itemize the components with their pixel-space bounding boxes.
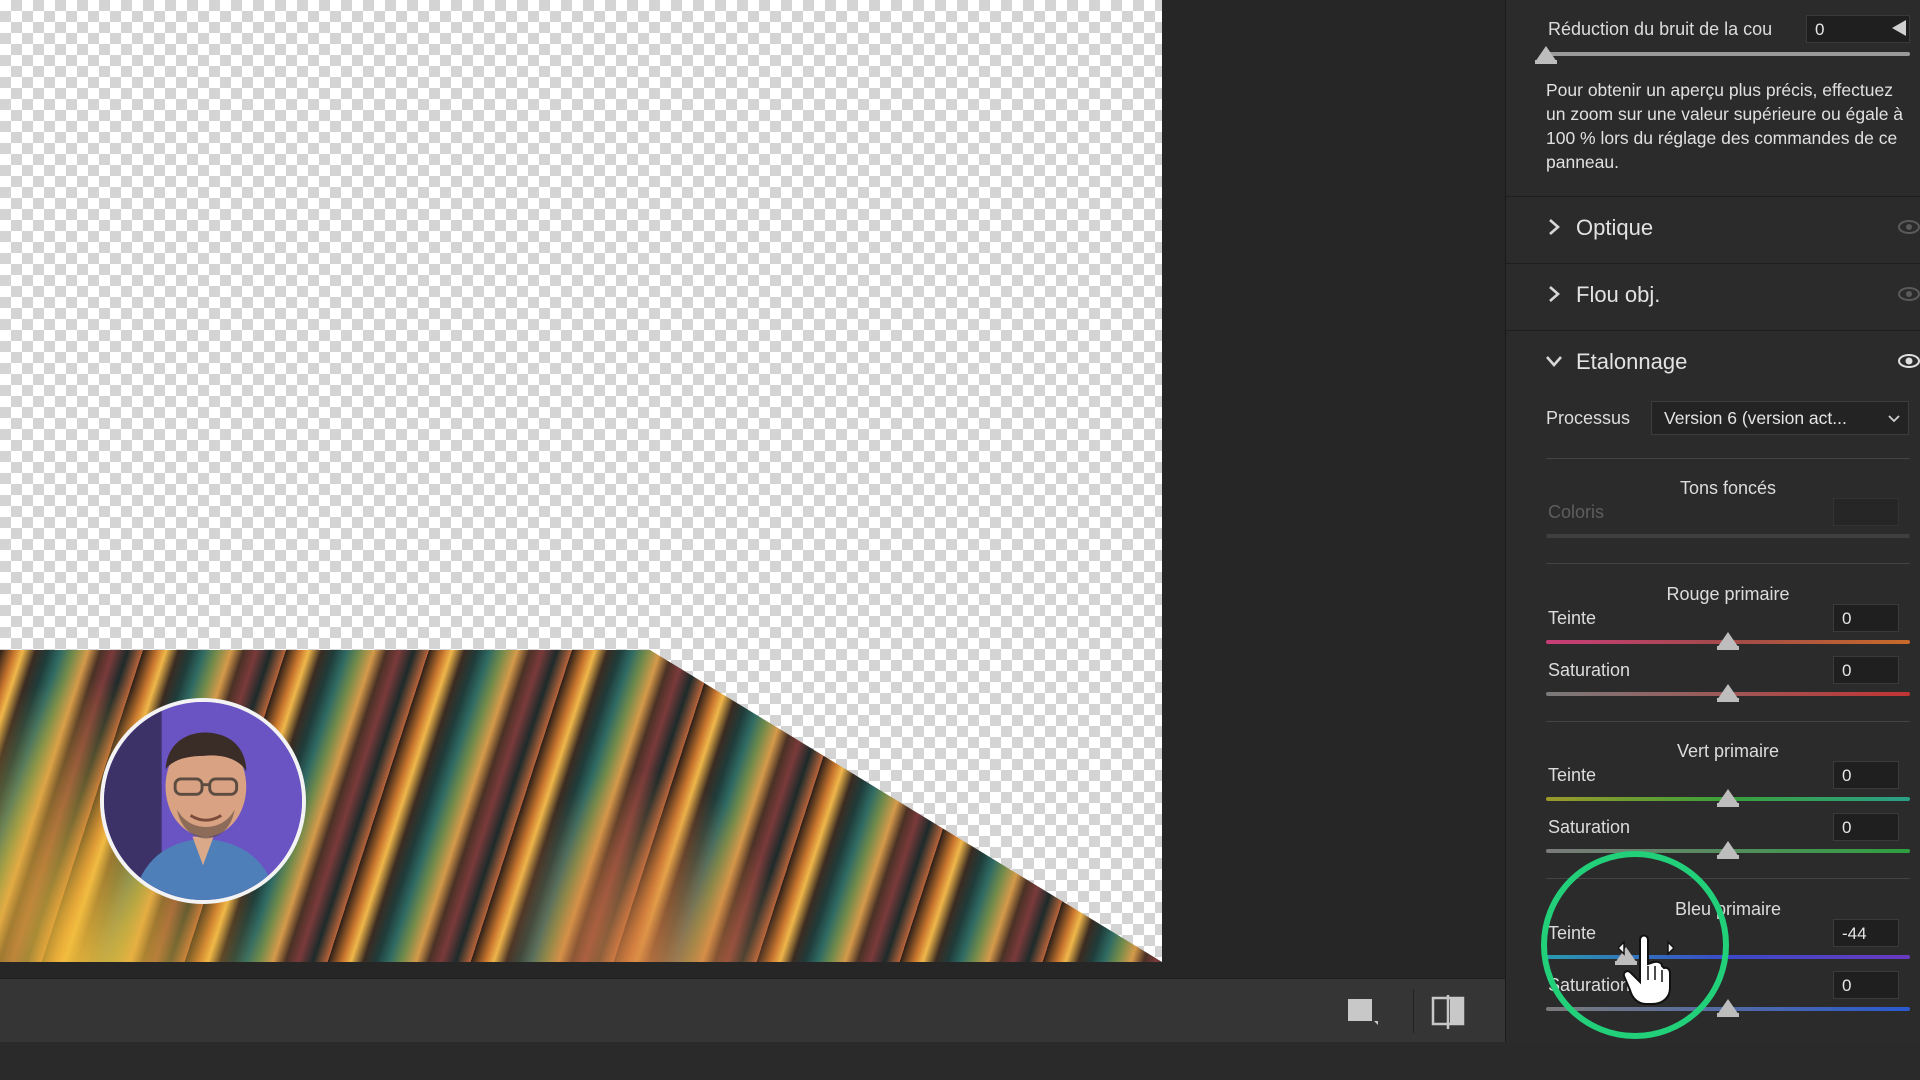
camera-raw-adjustments-panel: Réduction du bruit de la cou 0 Pour obte… xyxy=(1505,0,1920,1042)
green-saturation-label: Saturation xyxy=(1548,817,1631,837)
eye-icon[interactable] xyxy=(1898,353,1920,369)
section-etalonnage[interactable]: Etalonnage xyxy=(1506,330,1920,395)
zoom-preview-note: Pour obtenir un aperçu plus précis, effe… xyxy=(1546,80,1904,172)
process-label: Processus xyxy=(1546,408,1631,428)
color-noise-reduction-slider[interactable] xyxy=(1535,46,1910,64)
shadows-tint-input[interactable] xyxy=(1833,498,1899,526)
chevron-right-icon xyxy=(1549,219,1560,235)
blue-saturation-label: Saturation xyxy=(1548,975,1631,995)
eye-icon[interactable] xyxy=(1898,219,1920,235)
slider-thumb[interactable] xyxy=(1717,684,1739,702)
color-noise-reduction-label: Réduction du bruit de la cou xyxy=(1548,19,1773,39)
red-primary-title: Rouge primaire xyxy=(1666,584,1790,604)
red-saturation-input[interactable]: 0 xyxy=(1833,656,1899,684)
presenter-webcam-avatar xyxy=(100,698,306,904)
blue-saturation-slider[interactable] xyxy=(1546,999,1910,1017)
blue-hue-input[interactable]: -44 xyxy=(1833,919,1899,947)
shadows-tint-slider[interactable] xyxy=(1546,534,1910,538)
split-view-icon xyxy=(1431,995,1465,1029)
green-hue-label: Teinte xyxy=(1548,765,1597,785)
split-view-button[interactable] xyxy=(1430,995,1468,1029)
canvas-area xyxy=(0,0,1505,978)
view-toolbar xyxy=(0,978,1505,1043)
shadows-group-title: Tons foncés xyxy=(1679,478,1777,498)
green-primary-title: Vert primaire xyxy=(1676,741,1780,761)
green-saturation-slider[interactable] xyxy=(1546,841,1910,859)
slider-thumb[interactable] xyxy=(1717,789,1739,807)
section-optique[interactable]: Optique xyxy=(1506,196,1920,261)
red-hue-input[interactable]: 0 xyxy=(1833,604,1899,632)
blue-hue-slider[interactable] xyxy=(1546,947,1910,965)
single-view-icon xyxy=(1348,999,1378,1025)
slider-thumb[interactable] xyxy=(1717,841,1739,859)
toolbar-divider xyxy=(1413,989,1414,1033)
divider xyxy=(1546,878,1910,879)
red-saturation-slider[interactable] xyxy=(1546,684,1910,702)
green-saturation-input[interactable]: 0 xyxy=(1833,813,1899,841)
divider xyxy=(1546,563,1910,564)
slider-thumb[interactable] xyxy=(1717,999,1739,1017)
slider-thumb[interactable] xyxy=(1615,947,1638,965)
red-hue-label: Teinte xyxy=(1548,608,1597,628)
eye-icon[interactable] xyxy=(1898,286,1920,302)
blue-hue-label: Teinte xyxy=(1548,923,1597,943)
chevron-right-icon xyxy=(1549,286,1560,302)
section-title: Optique xyxy=(1576,215,1654,240)
green-hue-input[interactable]: 0 xyxy=(1833,761,1899,789)
section-title: Etalonnage xyxy=(1576,349,1688,374)
slider-thumb[interactable] xyxy=(1535,46,1557,64)
green-hue-slider[interactable] xyxy=(1546,789,1910,807)
divider xyxy=(1546,458,1910,459)
red-hue-slider[interactable] xyxy=(1546,632,1910,650)
status-strip xyxy=(0,1042,1920,1080)
red-saturation-label: Saturation xyxy=(1548,660,1631,680)
process-version-value: Version 6 (version act... xyxy=(1664,408,1847,428)
single-view-button[interactable] xyxy=(1346,997,1380,1027)
slider-thumb[interactable] xyxy=(1717,632,1739,650)
chevron-down-icon xyxy=(1888,415,1900,423)
chevron-down-icon xyxy=(1546,356,1562,367)
section-title: Flou obj. xyxy=(1576,282,1661,307)
image-canvas[interactable] xyxy=(0,0,1162,962)
blue-primary-title: Bleu primaire xyxy=(1674,899,1782,919)
process-version-dropdown[interactable]: Version 6 (version act... xyxy=(1651,401,1909,435)
presenter-portrait xyxy=(104,702,302,900)
triangle-left-icon[interactable] xyxy=(1892,20,1906,36)
blue-saturation-input[interactable]: 0 xyxy=(1833,971,1899,999)
divider xyxy=(1546,721,1910,722)
section-flou-obj[interactable]: Flou obj. xyxy=(1506,263,1920,328)
shadows-tint-label: Coloris xyxy=(1548,502,1605,522)
